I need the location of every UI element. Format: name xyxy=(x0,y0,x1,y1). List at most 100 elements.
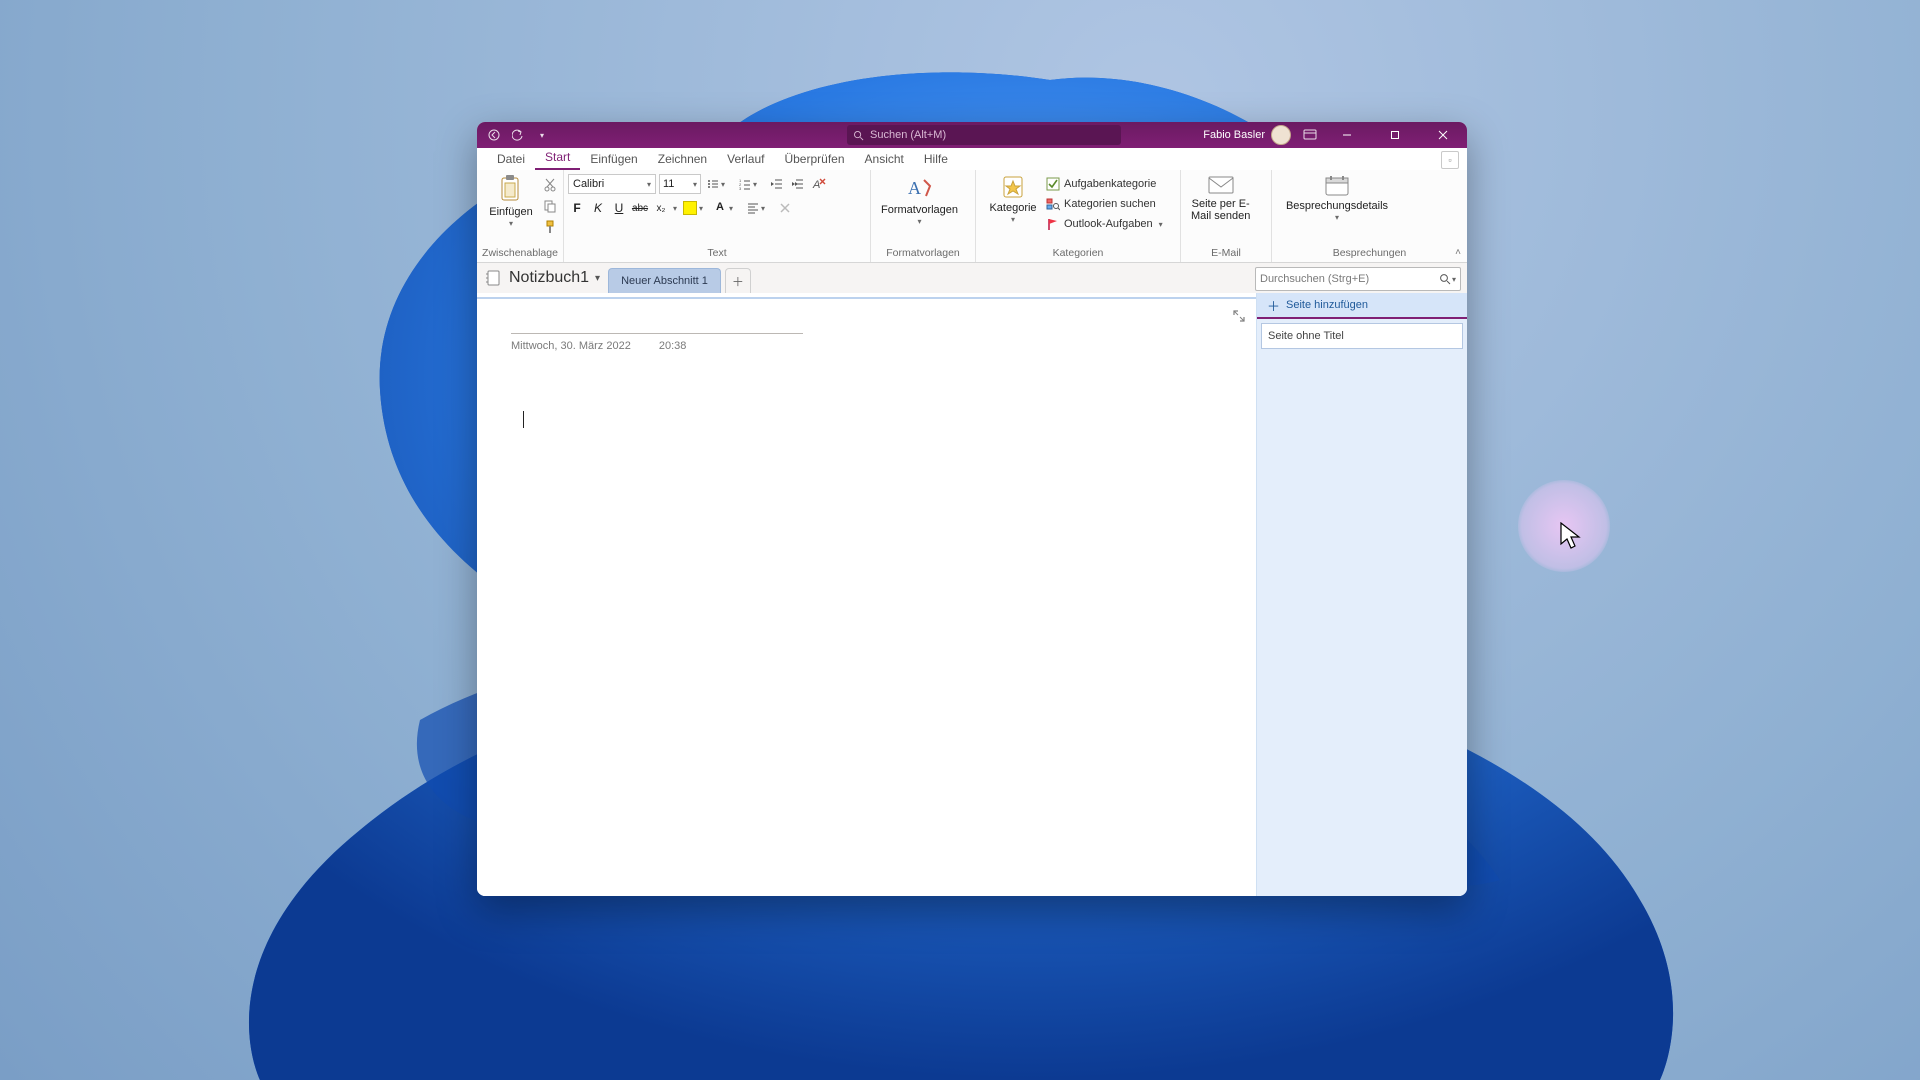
bullets-button[interactable]: ▾ xyxy=(704,175,733,193)
outlook-tasks-label: Outlook-Aufgaben xyxy=(1064,218,1153,230)
format-painter-button[interactable] xyxy=(541,218,559,236)
chevron-down-icon: ▾ xyxy=(595,273,600,284)
page-list-pane: ＋ Seite hinzufügen Seite ohne Titel xyxy=(1256,293,1467,896)
tab-ueberpruefen[interactable]: Überprüfen xyxy=(774,148,854,170)
tab-ansicht[interactable]: Ansicht xyxy=(855,148,914,170)
chevron-down-icon: ▾ xyxy=(1335,213,1339,222)
svg-text:A: A xyxy=(812,179,820,191)
tab-einfuegen[interactable]: Einfügen xyxy=(580,148,647,170)
page-canvas[interactable]: Mittwoch, 30. März 2022 20:38 xyxy=(477,293,1256,896)
category-button[interactable]: Kategorie ▾ xyxy=(980,172,1046,226)
font-name-combo[interactable]: Calibri▾ xyxy=(568,174,656,194)
email-page-button[interactable]: Seite per E- Mail senden xyxy=(1185,172,1256,224)
section-tab[interactable]: Neuer Abschnitt 1 xyxy=(608,268,721,293)
italic-button[interactable]: K xyxy=(589,199,607,217)
notebook-picker[interactable]: Notizbuch1 ▾ xyxy=(477,263,608,293)
account-button[interactable]: Fabio Basler xyxy=(1203,125,1291,145)
font-color-button[interactable]: A▾ xyxy=(712,199,741,217)
chevron-down-icon: ▾ xyxy=(729,204,733,213)
email-page-label-2: Mail senden xyxy=(1191,210,1250,222)
outdent-button[interactable] xyxy=(768,175,786,193)
page-title-block[interactable]: Mittwoch, 30. März 2022 20:38 xyxy=(511,333,803,352)
ribbon-display-options[interactable]: ▫ xyxy=(1441,151,1459,169)
onenote-window: ▾ Seite ohne Titel - OneNote Suchen (Alt… xyxy=(477,122,1467,896)
font-size-combo[interactable]: 11▾ xyxy=(659,174,701,194)
tab-datei[interactable]: Datei xyxy=(487,148,535,170)
paste-button[interactable]: Einfügen ▾ xyxy=(481,172,541,230)
close-button[interactable] xyxy=(1421,122,1465,148)
clear-formatting-icon: A xyxy=(812,177,826,191)
tab-start[interactable]: Start xyxy=(535,146,580,170)
outlook-tasks-button[interactable]: Outlook-Aufgaben ▾ xyxy=(1046,214,1163,234)
meeting-details-label: Besprechungsdetails xyxy=(1286,200,1388,212)
x-icon xyxy=(779,202,791,214)
tab-hilfe[interactable]: Hilfe xyxy=(914,148,958,170)
ribbon-mode-icon[interactable] xyxy=(1299,128,1321,142)
notebook-icon xyxy=(485,269,503,287)
plus-icon: ＋ xyxy=(732,273,744,290)
styles-button[interactable]: A Formatvorlagen ▾ xyxy=(875,172,964,228)
numbering-button[interactable]: 123▾ xyxy=(736,175,765,193)
page-time: 20:38 xyxy=(659,340,687,352)
bold-button[interactable]: F xyxy=(568,199,586,217)
titlebar-search[interactable]: Suchen (Alt+M) xyxy=(847,125,1121,145)
flag-icon xyxy=(1046,217,1060,231)
copy-button[interactable] xyxy=(541,197,559,215)
chevron-down-icon: ▾ xyxy=(509,219,513,228)
chevron-down-icon: ▾ xyxy=(1011,215,1015,224)
page-list-item[interactable]: Seite ohne Titel xyxy=(1261,323,1463,349)
search-icon xyxy=(1439,273,1451,285)
subscript-button[interactable]: x₂ xyxy=(652,199,670,217)
user-name: Fabio Basler xyxy=(1203,129,1265,141)
collapse-ribbon-button[interactable]: ˄ xyxy=(1455,247,1461,258)
fullscreen-button[interactable] xyxy=(1232,309,1246,326)
notebook-row: Notizbuch1 ▾ Neuer Abschnitt 1 ＋ Durchsu… xyxy=(477,263,1467,293)
back-icon[interactable] xyxy=(487,128,501,142)
desktop: ▾ Seite ohne Titel - OneNote Suchen (Alt… xyxy=(0,0,1920,1080)
content-area: Mittwoch, 30. März 2022 20:38 ＋ Seite hi… xyxy=(477,293,1467,896)
indent-button[interactable] xyxy=(789,175,807,193)
avatar xyxy=(1271,125,1291,145)
undo-icon[interactable] xyxy=(511,128,525,142)
strike-button[interactable]: abc xyxy=(631,199,649,217)
add-section-button[interactable]: ＋ xyxy=(725,268,751,293)
search-icon xyxy=(853,130,864,141)
group-text: Calibri▾ 11▾ ▾ 123▾ A F K U abc x₂ xyxy=(564,170,871,262)
group-categories-label: Kategorien xyxy=(980,247,1176,262)
scissors-icon xyxy=(543,178,557,192)
qat-customize-icon[interactable]: ▾ xyxy=(535,128,549,142)
add-page-label: Seite hinzufügen xyxy=(1286,299,1368,311)
paintbrush-icon xyxy=(543,220,557,234)
chevron-down-icon: ▾ xyxy=(1452,275,1456,284)
titlebar: ▾ Seite ohne Titel - OneNote Suchen (Alt… xyxy=(477,122,1467,148)
clear-formatting-button[interactable]: A xyxy=(810,175,828,193)
delete-button[interactable] xyxy=(776,199,794,217)
envelope-icon xyxy=(1207,174,1235,196)
cut-button[interactable] xyxy=(541,176,559,194)
notebook-search[interactable]: Durchsuchen (Strg+E) ▾ xyxy=(1255,267,1461,291)
align-button[interactable]: ▾ xyxy=(744,199,773,217)
tab-zeichnen[interactable]: Zeichnen xyxy=(648,148,717,170)
minimize-button[interactable] xyxy=(1325,122,1369,148)
group-styles-label: Formatvorlagen xyxy=(875,247,971,262)
add-page-button[interactable]: ＋ Seite hinzufügen xyxy=(1257,293,1467,319)
chevron-down-icon: ▾ xyxy=(918,217,922,226)
meeting-details-button[interactable]: Besprechungsdetails ▾ xyxy=(1276,172,1398,224)
group-clipboard-label: Zwischenablage xyxy=(481,247,559,262)
font-name-value: Calibri xyxy=(573,178,604,190)
group-email-label: E-Mail xyxy=(1185,247,1267,262)
bullets-icon xyxy=(707,178,719,190)
group-categories: Kategorie ▾ Aufgabenkategorie Kategorien… xyxy=(976,170,1181,262)
page-list-item-label: Seite ohne Titel xyxy=(1268,330,1344,342)
chevron-down-icon: ▾ xyxy=(693,180,697,189)
section-tab-label: Neuer Abschnitt 1 xyxy=(621,275,708,287)
tab-verlauf[interactable]: Verlauf xyxy=(717,148,774,170)
highlight-button[interactable]: ▾ xyxy=(680,199,709,217)
task-category-button[interactable]: Aufgabenkategorie xyxy=(1046,174,1163,194)
find-categories-button[interactable]: Kategorien suchen xyxy=(1046,194,1163,214)
chevron-down-icon[interactable]: ▾ xyxy=(673,204,677,213)
maximize-button[interactable] xyxy=(1373,122,1417,148)
underline-button[interactable]: U xyxy=(610,199,628,217)
copy-icon xyxy=(543,199,557,213)
clipboard-icon xyxy=(498,174,524,204)
